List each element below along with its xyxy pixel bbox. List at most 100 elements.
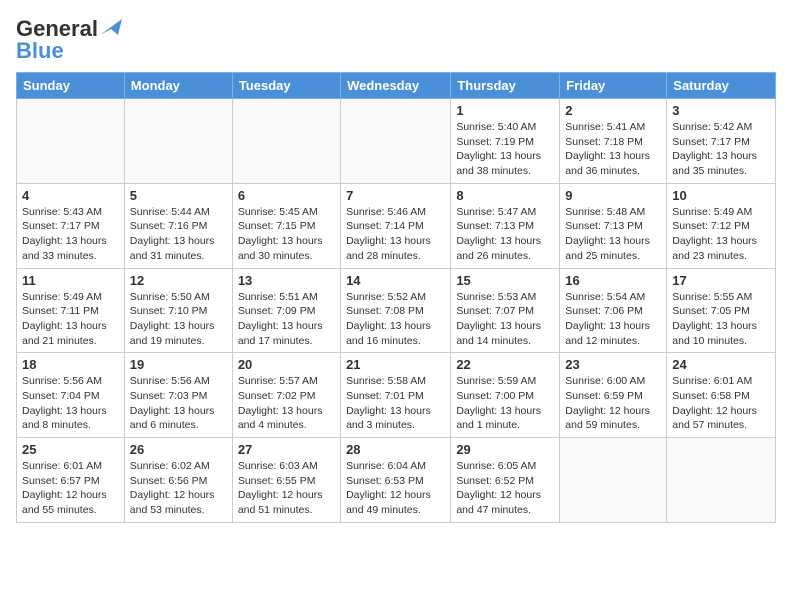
week-row-5: 25Sunrise: 6:01 AM Sunset: 6:57 PM Dayli… [17,438,776,523]
day-info: Sunrise: 5:50 AM Sunset: 7:10 PM Dayligh… [130,290,227,349]
day-info: Sunrise: 5:41 AM Sunset: 7:18 PM Dayligh… [565,120,661,179]
day-info: Sunrise: 5:40 AM Sunset: 7:19 PM Dayligh… [456,120,554,179]
day-number: 25 [22,442,119,457]
day-info: Sunrise: 5:55 AM Sunset: 7:05 PM Dayligh… [672,290,770,349]
day-cell: 5 Sunrise: 5:44 AM Sunset: 7:16 PM Daylig… [124,183,232,268]
day-number: 14 [346,273,445,288]
day-cell: 21Sunrise: 5:58 AM Sunset: 7:01 PM Dayli… [341,353,451,438]
day-cell [232,99,340,184]
day-number: 4 [22,188,119,203]
day-cell: 13 Sunrise: 5:51 AM Sunset: 7:09 PM Dayli… [232,268,340,353]
day-info: Sunrise: 5:48 AM Sunset: 7:13 PM Dayligh… [565,205,661,264]
day-info: Sunrise: 6:05 AM Sunset: 6:52 PM Dayligh… [456,459,554,518]
day-cell: 28 Sunrise: 6:04 AM Sunset: 6:53 PM Dayli… [341,438,451,523]
day-cell: 6Sunrise: 5:45 AM Sunset: 7:15 PM Daylig… [232,183,340,268]
day-cell: 10 Sunrise: 5:49 AM Sunset: 7:12 PM Dayli… [667,183,776,268]
day-cell: 24 Sunrise: 6:01 AM Sunset: 6:58 PM Dayli… [667,353,776,438]
day-info: Sunrise: 5:49 AM Sunset: 7:11 PM Dayligh… [22,290,119,349]
day-cell [124,99,232,184]
day-cell [17,99,125,184]
day-number: 17 [672,273,770,288]
day-number: 9 [565,188,661,203]
day-cell: 14 Sunrise: 5:52 AM Sunset: 7:08 PM Dayli… [341,268,451,353]
day-cell: 20 Sunrise: 5:57 AM Sunset: 7:02 PM Dayli… [232,353,340,438]
day-info: Sunrise: 5:43 AM Sunset: 7:17 PM Dayligh… [22,205,119,264]
day-cell: 17 Sunrise: 5:55 AM Sunset: 7:05 PM Dayli… [667,268,776,353]
day-number: 7 [346,188,445,203]
day-cell: 22 Sunrise: 5:59 AM Sunset: 7:00 PM Dayli… [451,353,560,438]
day-number: 6 [238,188,335,203]
week-row-3: 11 Sunrise: 5:49 AM Sunset: 7:11 PM Dayli… [17,268,776,353]
day-number: 12 [130,273,227,288]
day-cell: 7 Sunrise: 5:46 AM Sunset: 7:14 PM Daylig… [341,183,451,268]
day-cell: 2 Sunrise: 5:41 AM Sunset: 7:18 PM Daylig… [560,99,667,184]
day-info: Sunrise: 6:03 AM Sunset: 6:55 PM Dayligh… [238,459,335,518]
logo-blue: Blue [16,38,64,64]
day-number: 29 [456,442,554,457]
day-number: 23 [565,357,661,372]
logo-bird-icon [100,19,122,35]
day-cell: 15 Sunrise: 5:53 AM Sunset: 7:07 PM Dayli… [451,268,560,353]
day-number: 28 [346,442,445,457]
day-number: 3 [672,103,770,118]
day-number: 16 [565,273,661,288]
day-number: 20 [238,357,335,372]
day-info: Sunrise: 5:59 AM Sunset: 7:00 PM Dayligh… [456,374,554,433]
day-cell: 19 Sunrise: 5:56 AM Sunset: 7:03 PM Dayli… [124,353,232,438]
day-info: Sunrise: 5:53 AM Sunset: 7:07 PM Dayligh… [456,290,554,349]
day-number: 18 [22,357,119,372]
day-number: 1 [456,103,554,118]
day-number: 21 [346,357,445,372]
day-cell: 9 Sunrise: 5:48 AM Sunset: 7:13 PM Daylig… [560,183,667,268]
col-header-sunday: Sunday [17,73,125,99]
day-cell: 23 Sunrise: 6:00 AM Sunset: 6:59 PM Dayli… [560,353,667,438]
week-row-4: 18Sunrise: 5:56 AM Sunset: 7:04 PM Dayli… [17,353,776,438]
day-info: Sunrise: 5:42 AM Sunset: 7:17 PM Dayligh… [672,120,770,179]
day-number: 5 [130,188,227,203]
day-info: Sunrise: 6:04 AM Sunset: 6:53 PM Dayligh… [346,459,445,518]
day-info: Sunrise: 5:57 AM Sunset: 7:02 PM Dayligh… [238,374,335,433]
day-cell: 1 Sunrise: 5:40 AM Sunset: 7:19 PM Daylig… [451,99,560,184]
day-cell: 18Sunrise: 5:56 AM Sunset: 7:04 PM Dayli… [17,353,125,438]
day-info: Sunrise: 6:00 AM Sunset: 6:59 PM Dayligh… [565,374,661,433]
day-cell: 25Sunrise: 6:01 AM Sunset: 6:57 PM Dayli… [17,438,125,523]
day-info: Sunrise: 5:51 AM Sunset: 7:09 PM Dayligh… [238,290,335,349]
day-cell: 29 Sunrise: 6:05 AM Sunset: 6:52 PM Dayli… [451,438,560,523]
day-cell: 11 Sunrise: 5:49 AM Sunset: 7:11 PM Dayli… [17,268,125,353]
day-cell: 27 Sunrise: 6:03 AM Sunset: 6:55 PM Dayli… [232,438,340,523]
col-header-friday: Friday [560,73,667,99]
day-info: Sunrise: 5:52 AM Sunset: 7:08 PM Dayligh… [346,290,445,349]
day-number: 10 [672,188,770,203]
day-cell [560,438,667,523]
day-cell: 12 Sunrise: 5:50 AM Sunset: 7:10 PM Dayli… [124,268,232,353]
day-number: 11 [22,273,119,288]
day-number: 26 [130,442,227,457]
logo: General Blue [16,16,122,64]
day-cell: 26Sunrise: 6:02 AM Sunset: 6:56 PM Dayli… [124,438,232,523]
day-cell [667,438,776,523]
day-info: Sunrise: 5:56 AM Sunset: 7:03 PM Dayligh… [130,374,227,433]
col-header-saturday: Saturday [667,73,776,99]
day-info: Sunrise: 5:47 AM Sunset: 7:13 PM Dayligh… [456,205,554,264]
day-number: 27 [238,442,335,457]
day-number: 24 [672,357,770,372]
day-number: 22 [456,357,554,372]
day-info: Sunrise: 5:46 AM Sunset: 7:14 PM Dayligh… [346,205,445,264]
header: General Blue [16,16,776,64]
day-info: Sunrise: 5:49 AM Sunset: 7:12 PM Dayligh… [672,205,770,264]
day-cell: 4 Sunrise: 5:43 AM Sunset: 7:17 PM Daylig… [17,183,125,268]
day-info: Sunrise: 5:54 AM Sunset: 7:06 PM Dayligh… [565,290,661,349]
col-header-wednesday: Wednesday [341,73,451,99]
week-row-1: 1 Sunrise: 5:40 AM Sunset: 7:19 PM Daylig… [17,99,776,184]
calendar-table: SundayMondayTuesdayWednesdayThursdayFrid… [16,72,776,523]
day-info: Sunrise: 5:44 AM Sunset: 7:16 PM Dayligh… [130,205,227,264]
week-row-2: 4 Sunrise: 5:43 AM Sunset: 7:17 PM Daylig… [17,183,776,268]
calendar-header-row: SundayMondayTuesdayWednesdayThursdayFrid… [17,73,776,99]
day-number: 13 [238,273,335,288]
day-cell: 3 Sunrise: 5:42 AM Sunset: 7:17 PM Daylig… [667,99,776,184]
day-cell: 16 Sunrise: 5:54 AM Sunset: 7:06 PM Dayli… [560,268,667,353]
day-info: Sunrise: 6:01 AM Sunset: 6:58 PM Dayligh… [672,374,770,433]
day-number: 15 [456,273,554,288]
day-number: 19 [130,357,227,372]
day-number: 2 [565,103,661,118]
